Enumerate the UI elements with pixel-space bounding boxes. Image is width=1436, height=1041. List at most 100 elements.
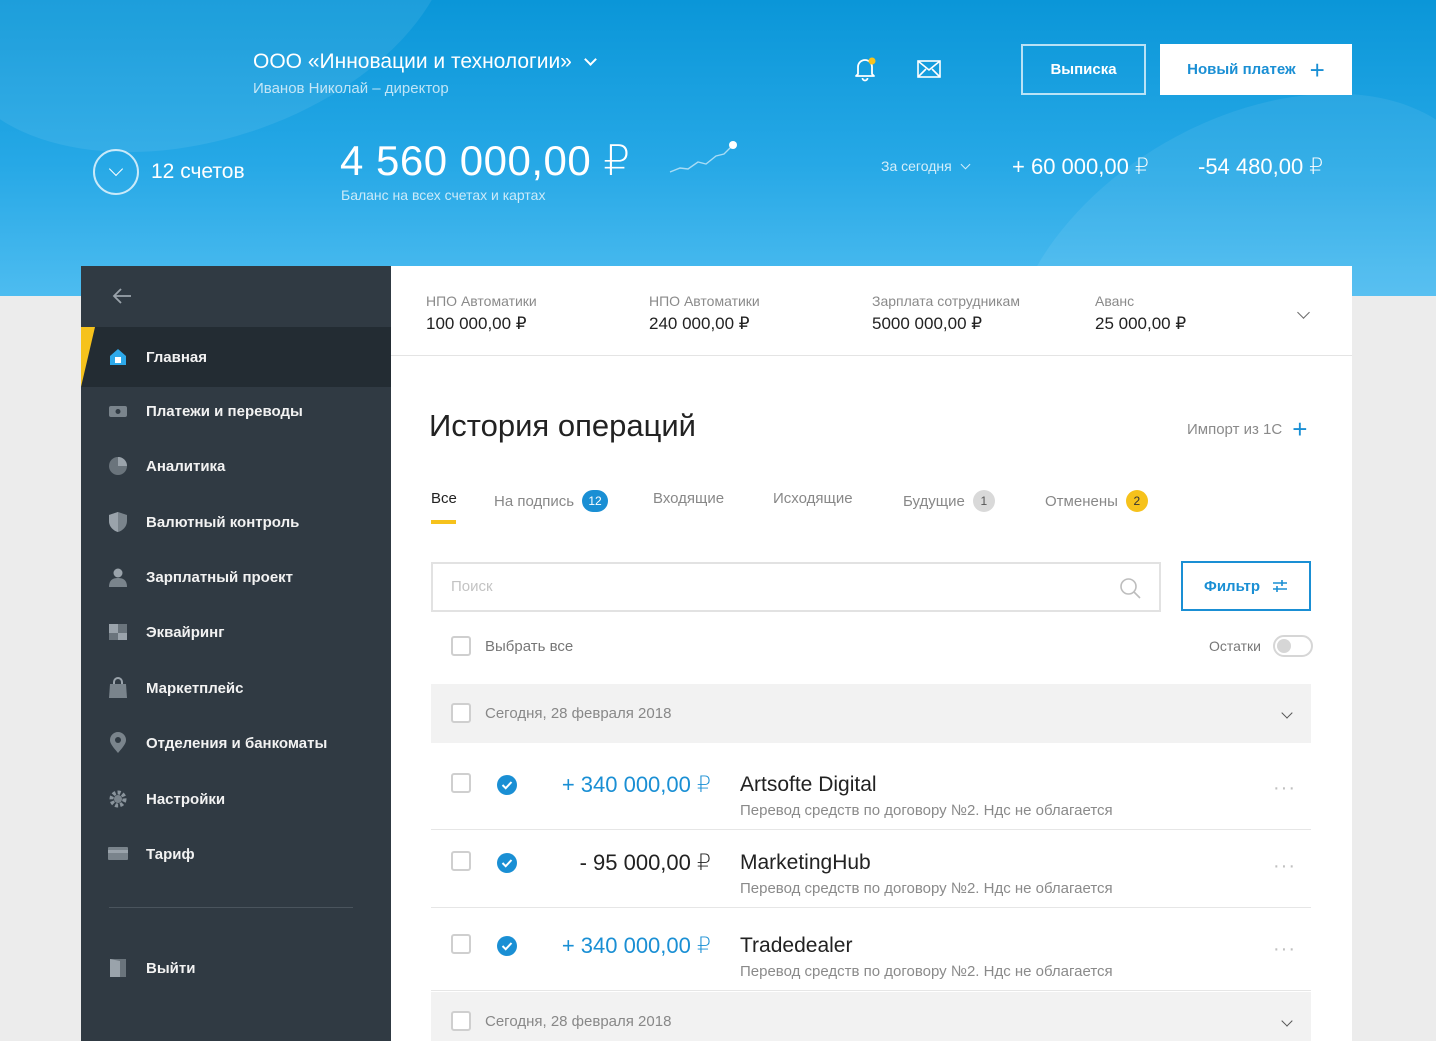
tab-all[interactable]: Все [431,490,457,524]
row-checkbox[interactable] [451,773,471,793]
tab-label: Будущие [903,492,965,510]
sidebar-item-acquiring[interactable]: Эквайринг [81,605,391,659]
plus-icon: + [1309,54,1325,85]
mail-icon[interactable] [916,58,942,80]
operation-row[interactable]: + 340 000,00 ₽ Tradedealer Перевод средс… [431,914,1311,991]
tab-label: Входящие [653,490,725,507]
shield-icon [108,512,128,532]
sidebar-item-label: Тариф [146,845,195,863]
operation-description: Перевод средств по договору №2. Ндс не о… [740,963,1113,980]
operation-row[interactable]: - 95 000,00 ₽ MarketingHub Перевод средс… [431,831,1311,908]
operation-description: Перевод средств по договору №2. Ндс не о… [740,802,1113,819]
count-badge: 1 [972,490,995,512]
template-amount: 5000 000,00 ₽ [872,314,983,333]
sidebar-item-payments[interactable]: Платежи и переводы [81,384,391,438]
filter-label: Фильтр [1204,577,1260,595]
sidebar-item-tariff[interactable]: Тариф [81,827,391,881]
sparkline-icon [669,141,737,173]
operation-description: Перевод средств по договору №2. Ндс не о… [740,880,1113,897]
sidebar-item-label: Платежи и переводы [146,402,303,420]
main-panel: НПО Автоматики 100 000,00 ₽ НПО Автомати… [391,266,1352,1041]
user-role: Иванов Николай – директор [253,80,449,97]
count-badge: 12 [582,490,609,512]
search-input[interactable]: Поиск [431,562,1161,612]
operation-amount: - 95 000,00 ₽ [579,850,711,875]
group-checkbox[interactable] [451,1011,471,1031]
sidebar-item-label: Маркетплейс [146,679,244,697]
sidebar-item-label: Аналитика [146,457,226,475]
company-name: ООО «Инновации и технологии» [253,50,572,73]
sidebar-divider [109,907,353,908]
tab-label: На подпись [494,492,575,510]
remains-label: Остатки [1209,638,1261,654]
sidebar-item-currency-control[interactable]: Валютный контроль [81,495,391,549]
shopping-bag-icon [108,677,128,698]
remains-setting: Остатки [1209,635,1313,657]
count-badge: 2 [1125,490,1148,512]
more-options-icon[interactable]: ··· [1273,855,1296,878]
tab-to-sign[interactable]: На подпись 12 [494,490,609,512]
accounts-toggle[interactable]: 12 счетов [93,149,245,195]
tab-outgoing[interactable]: Исходящие [773,490,853,507]
sidebar-item-salary[interactable]: Зарплатный проект [81,550,391,604]
door-exit-icon [108,958,128,978]
period-label: За сегодня [881,158,952,174]
plus-icon: + [1292,414,1308,444]
signed-check-icon [497,936,517,956]
group-checkbox[interactable] [451,703,471,723]
counterparty-name: Tradedealer [740,934,853,957]
template-item[interactable]: Зарплата сотрудникам 5000 000,00 ₽ [872,293,1020,334]
operation-row[interactable]: + 340 000,00 ₽ Artsofte Digital Перевод … [431,753,1311,830]
template-name: НПО Автоматики [649,293,760,309]
template-item[interactable]: НПО Автоматики 240 000,00 ₽ [649,293,760,334]
remains-toggle[interactable] [1272,635,1313,657]
more-options-icon[interactable]: ··· [1273,938,1296,961]
tab-label: Исходящие [773,490,853,507]
date-group-header[interactable]: Сегодня, 28 февраля 2018 [431,992,1311,1041]
row-checkbox[interactable] [451,934,471,954]
tab-cancelled[interactable]: Отменены 2 [1045,490,1148,512]
import-1c-button[interactable]: Импорт из 1С + [1187,416,1307,442]
sidebar-item-settings[interactable]: Настройки [81,772,391,826]
sidebar-item-label: Эквайринг [146,623,225,641]
company-switcher[interactable]: ООО «Инновации и технологии» [253,50,597,74]
chevron-down-icon[interactable] [1281,704,1293,722]
signed-check-icon [497,853,517,873]
chevron-down-icon[interactable] [1281,1012,1293,1030]
counterparty-name: Artsofte Digital [740,773,877,796]
logout-button[interactable]: Выйти [81,941,391,995]
tab-future[interactable]: Будущие 1 [903,490,995,512]
date-group-header[interactable]: Сегодня, 28 февраля 2018 [431,684,1311,743]
sidebar-item-marketplace[interactable]: Маркетплейс [81,661,391,715]
template-item[interactable]: НПО Автоматики 100 000,00 ₽ [426,293,537,334]
card-icon [108,844,128,864]
gear-icon [108,789,128,809]
template-amount: 25 000,00 ₽ [1095,314,1187,333]
terminal-icon [108,622,128,642]
period-selector[interactable]: За сегодня [881,158,971,174]
group-date: Сегодня, 28 февраля 2018 [485,705,672,722]
sidebar-item-analytics[interactable]: Аналитика [81,439,391,493]
arrow-left-icon[interactable] [111,286,133,306]
statement-button[interactable]: Выписка [1021,44,1146,95]
tab-incoming[interactable]: Входящие [653,490,724,507]
chevron-down-icon [583,52,597,66]
select-all[interactable]: Выбрать все [451,636,573,656]
tab-label: Отменены [1045,492,1118,510]
row-checkbox[interactable] [451,851,471,871]
template-item[interactable]: Аванс 25 000,00 ₽ [1095,293,1186,334]
filter-sliders-icon [1272,580,1287,592]
more-options-icon[interactable]: ··· [1273,777,1296,800]
total-balance: 4 560 000,00 ₽ [340,137,631,184]
outcome-today: -54 480,00 ₽ [1198,154,1324,179]
search-icon [1120,578,1141,599]
filter-button[interactable]: Фильтр [1181,561,1311,611]
new-payment-button[interactable]: Новый платеж + [1160,44,1352,95]
expand-templates-button[interactable] [1297,304,1310,322]
sidebar-item-home[interactable]: Главная [81,327,391,387]
sidebar-item-branches[interactable]: Отделения и банкоматы [81,716,391,770]
template-name: Аванс [1095,293,1135,309]
bell-icon[interactable] [853,56,877,82]
select-all-checkbox[interactable] [451,636,471,656]
page-title: История операций [429,408,696,443]
